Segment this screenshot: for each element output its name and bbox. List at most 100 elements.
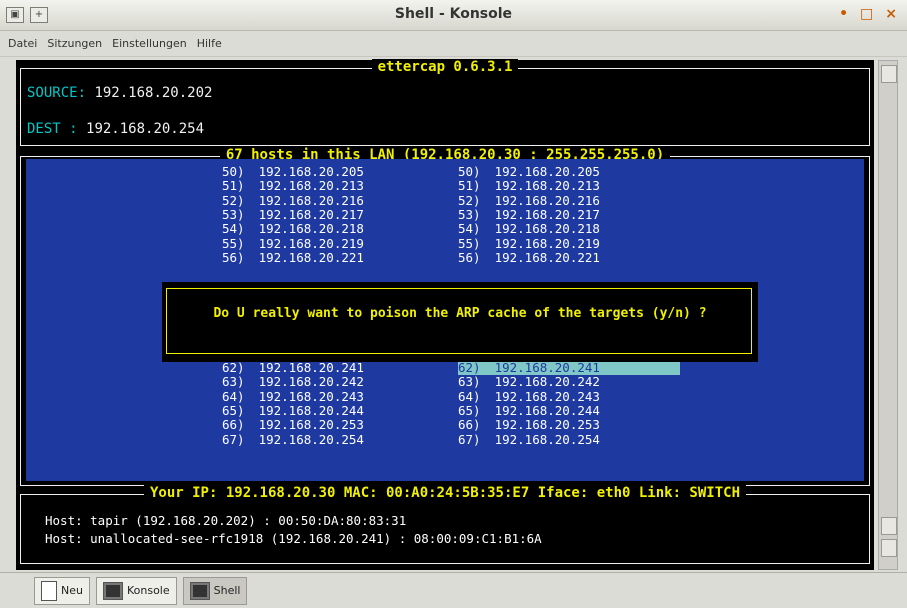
host-ip: 192.168.20.205 — [258, 164, 364, 179]
host-number: 56) — [222, 249, 245, 265]
terminal[interactable]: ettercap 0.6.3.1 SOURCE: 192.168.20.202 … — [16, 59, 874, 570]
host-row[interactable]: 65) 192.168.20.244 — [458, 402, 600, 418]
host-row[interactable]: 66) 192.168.20.253 — [222, 418, 364, 432]
close-button[interactable]: × — [885, 6, 897, 22]
host-row[interactable]: 55) 192.168.20.219 — [222, 235, 364, 251]
host-number: 63) — [222, 374, 245, 390]
scroll-up-button[interactable] — [881, 65, 897, 83]
tab-shell-label: Shell — [213, 584, 241, 597]
host-row[interactable]: 51) 192.168.20.213 — [458, 179, 600, 193]
host-row[interactable]: 64) 192.168.20.243 — [458, 388, 600, 404]
session-tabbar: Neu Konsole Shell — [0, 572, 907, 608]
host-row[interactable]: 52) 192.168.20.216 — [222, 192, 364, 208]
host-number: 50) — [458, 164, 481, 179]
host-ip: 192.168.20.244 — [494, 402, 600, 418]
source-value: 192.168.20.202 — [94, 85, 213, 101]
tab-konsole[interactable]: Konsole — [95, 576, 177, 605]
vertical-scrollbar[interactable] — [878, 60, 898, 570]
status-box: Your IP: 192.168.20.30 MAC: 00:A0:24:5B:… — [20, 485, 870, 564]
title-bar: ▣ + Shell - Konsole • □ × — [0, 0, 907, 31]
host-number: 64) — [222, 388, 245, 404]
host-ip: 192.168.20.218 — [494, 221, 600, 237]
menu-datei[interactable]: Datei — [8, 37, 37, 50]
host-ip: 192.168.20.242 — [494, 374, 600, 390]
header-box: ettercap 0.6.3.1 SOURCE: 192.168.20.202 … — [20, 59, 870, 146]
host-row[interactable]: 63) 192.168.20.242 — [458, 375, 600, 389]
host-ip: 192.168.20.216 — [494, 192, 600, 208]
host-ip: 192.168.20.213 — [494, 178, 600, 194]
host-row[interactable]: 63) 192.168.20.242 — [222, 375, 364, 389]
host-row[interactable]: 53) 192.168.20.217 — [458, 207, 600, 222]
host-number: 66) — [458, 417, 481, 433]
scroll-down-button[interactable] — [881, 517, 897, 535]
host-row[interactable]: 67) 192.168.20.254 — [222, 431, 364, 447]
dialog-message: Do U really want to poison the ARP cache… — [213, 306, 707, 321]
host-number: 53) — [222, 206, 245, 222]
host-row[interactable]: 67) 192.168.20.254 — [458, 431, 600, 447]
tab-konsole-label: Konsole — [126, 584, 170, 597]
host-info-2: Host: unallocated-see-rfc1918 (192.168.2… — [45, 531, 542, 546]
host-ip: 192.168.20.221 — [494, 249, 600, 265]
new-session-button[interactable]: Neu — [34, 576, 90, 605]
window-title: Shell - Konsole — [394, 6, 513, 22]
host-ip: 192.168.20.219 — [494, 235, 600, 251]
host-row[interactable]: 52) 192.168.20.216 — [458, 192, 600, 208]
host-row[interactable]: 66) 192.168.20.253 — [458, 418, 600, 432]
host-ip: 192.168.20.254 — [258, 431, 364, 447]
menu-hilfe[interactable]: Hilfe — [197, 37, 222, 50]
host-number: 56) — [458, 249, 481, 265]
host-number: 62) — [222, 360, 245, 375]
host-ip: 192.168.20.216 — [258, 192, 364, 208]
status-title: Your IP: 192.168.20.30 MAC: 00:A0:24:5B:… — [143, 485, 746, 501]
host-ip: 192.168.20.221 — [258, 249, 364, 265]
host-number: 52) — [458, 192, 481, 208]
host-ip: 192.168.20.243 — [494, 388, 600, 404]
host-info-1: Host: tapir (192.168.20.202) : 00:50:DA:… — [45, 513, 407, 528]
host-row[interactable]: 65) 192.168.20.244 — [222, 402, 364, 418]
host-row[interactable]: 62) 192.168.20.241 — [222, 361, 364, 375]
host-row[interactable]: 50) 192.168.20.205 — [458, 165, 600, 179]
host-row[interactable]: 62) 192.168.20.241 — [458, 361, 680, 375]
host-ip: 192.168.20.217 — [258, 206, 364, 222]
host-ip: 192.168.20.253 — [258, 417, 364, 433]
host-row[interactable]: 51) 192.168.20.213 — [222, 179, 364, 193]
dest-value: 192.168.20.254 — [86, 121, 205, 137]
host-ip: 192.168.20.243 — [258, 388, 364, 404]
host-row[interactable]: 54) 192.168.20.218 — [458, 222, 600, 236]
host-number: 67) — [458, 431, 481, 447]
host-row[interactable]: 56) 192.168.20.221 — [222, 249, 364, 265]
host-ip: 192.168.20.241 — [494, 360, 600, 375]
terminal-icon — [189, 581, 210, 600]
tab-shell[interactable]: Shell — [182, 576, 248, 605]
host-number: 51) — [458, 178, 481, 194]
dest-label: DEST : — [27, 121, 78, 137]
host-ip: 192.168.20.218 — [258, 221, 364, 237]
source-label: SOURCE: — [27, 85, 87, 101]
host-row[interactable]: 64) 192.168.20.243 — [222, 388, 364, 404]
host-ip: 192.168.20.213 — [258, 178, 364, 194]
menu-sitzungen[interactable]: Sitzungen — [47, 37, 102, 50]
host-number: 66) — [222, 417, 245, 433]
new-document-icon — [41, 580, 57, 601]
host-number: 55) — [458, 235, 481, 251]
new-session-label: Neu — [61, 584, 83, 597]
maximize-button[interactable]: □ — [860, 6, 873, 22]
host-row[interactable]: 56) 192.168.20.221 — [458, 249, 600, 265]
confirm-dialog[interactable]: Do U really want to poison the ARP cache… — [162, 282, 758, 362]
host-ip: 192.168.20.219 — [258, 235, 364, 251]
host-row[interactable]: 53) 192.168.20.217 — [222, 206, 364, 222]
terminal-icon — [102, 581, 123, 600]
host-number: 54) — [222, 221, 245, 237]
host-number: 50) — [222, 164, 245, 179]
minimize-button[interactable]: • — [839, 6, 848, 22]
host-number: 52) — [222, 192, 245, 208]
host-row[interactable]: 50) 192.168.20.205 — [222, 165, 364, 179]
ettercap-title: ettercap 0.6.3.1 — [371, 59, 519, 75]
menu-einstellungen[interactable]: Einstellungen — [112, 37, 187, 50]
host-ip: 192.168.20.253 — [494, 417, 600, 433]
host-number: 65) — [222, 402, 245, 418]
host-number: 65) — [458, 402, 481, 418]
host-row[interactable]: 54) 192.168.20.218 — [222, 222, 364, 236]
scroll-down-button-2[interactable] — [881, 539, 897, 557]
host-row[interactable]: 55) 192.168.20.219 — [458, 235, 600, 251]
